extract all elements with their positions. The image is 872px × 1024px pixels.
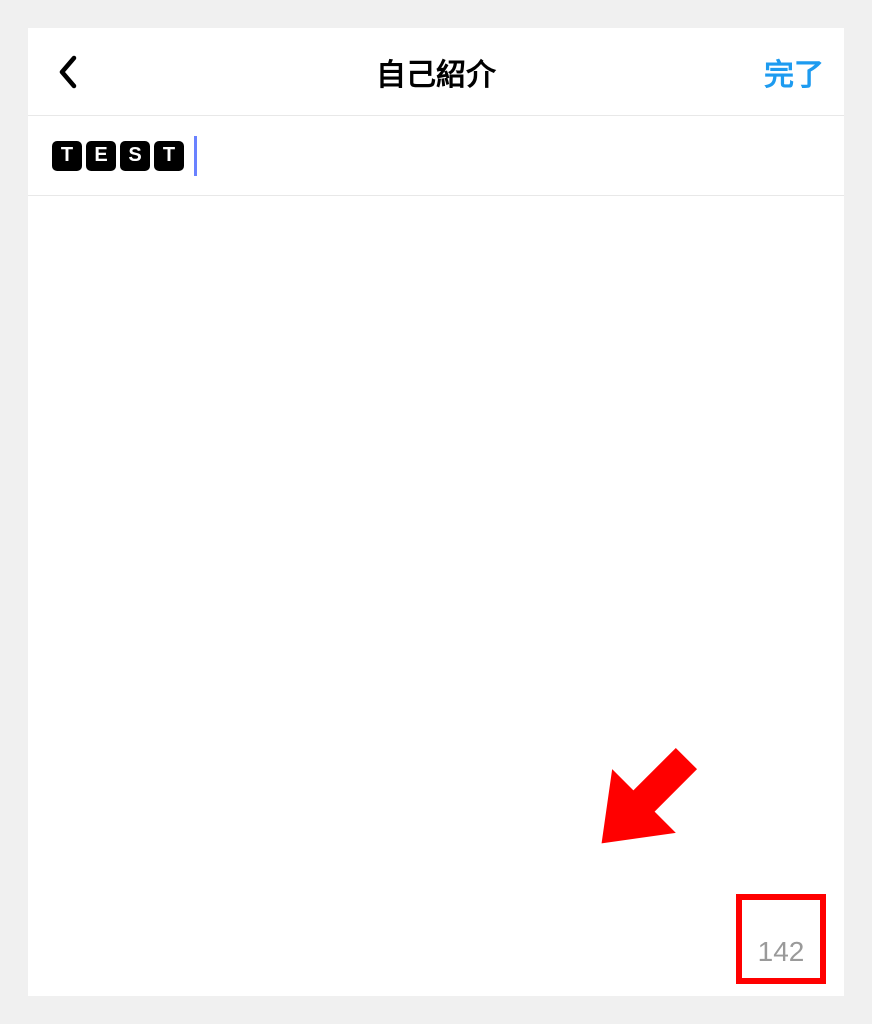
app-container: 自己紹介 完了 T E S T 142 [28, 28, 844, 996]
input-char: S [120, 141, 150, 171]
text-cursor [194, 136, 197, 176]
annotation-arrow-icon [574, 731, 714, 871]
input-char: E [86, 141, 116, 171]
char-counter: 142 [758, 936, 805, 968]
input-char: T [154, 141, 184, 171]
input-char: T [52, 141, 82, 171]
body-area: 142 [28, 196, 844, 996]
annotation-highlight-box: 142 [736, 894, 826, 984]
done-button[interactable]: 完了 [764, 50, 824, 94]
back-button[interactable] [48, 52, 88, 92]
header-bar: 自己紹介 完了 [28, 28, 844, 116]
bio-input-content: T E S T [52, 136, 197, 176]
bio-input-area[interactable]: T E S T [28, 116, 844, 196]
page-title: 自己紹介 [376, 50, 496, 94]
chevron-left-icon [58, 55, 78, 89]
